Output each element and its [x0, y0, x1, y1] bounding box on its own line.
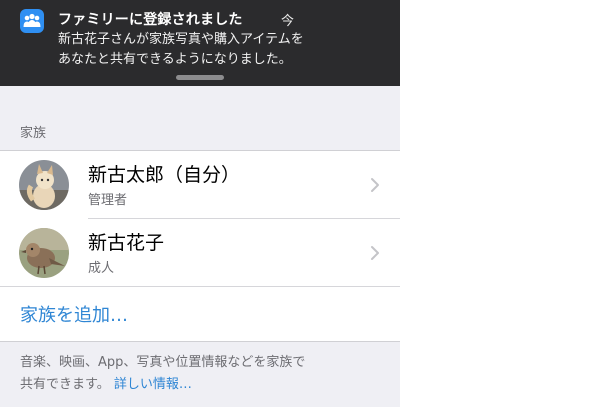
- screen: ファミリーに登録されました 今 新古花子さんが家族写真や購入アイテムを あなたと…: [0, 0, 400, 407]
- member-name: 新古太郎（自分）: [88, 164, 241, 186]
- footer-text-line2: 共有できます。 詳しい情報…: [20, 374, 390, 396]
- row-separator: [0, 286, 400, 287]
- more-info-link[interactable]: 詳しい情報…: [114, 377, 192, 392]
- footer-text: 音楽、映画、App、写真や位置情報などを家族で: [20, 355, 306, 370]
- notification-banner[interactable]: ファミリーに登録されました 今 新古花子さんが家族写真や購入アイテムを あなたと…: [0, 0, 400, 86]
- family-member-row[interactable]: 新古太郎（自分） 管理者: [0, 151, 400, 219]
- footer-text: 共有できます。: [20, 377, 110, 392]
- add-family-member-button[interactable]: 家族を追加…: [20, 301, 128, 327]
- family-member-row[interactable]: 新古花子 成人: [0, 219, 400, 287]
- chevron-right-icon: [371, 178, 379, 192]
- banner-grabber-handle[interactable]: [176, 75, 224, 80]
- notification-title: ファミリーに登録されました: [58, 12, 243, 28]
- fox-photo-avatar: [19, 160, 69, 210]
- bird-photo-avatar: [19, 228, 69, 278]
- member-role: 管理者: [88, 193, 128, 208]
- member-name: 新古花子: [88, 232, 165, 254]
- family-member-list: 新古太郎（自分） 管理者 新古花子 成人 家族を追加…: [0, 150, 400, 342]
- notification-time: 今: [281, 14, 295, 29]
- footer-description: 音楽、映画、App、写真や位置情報などを家族で 共有できます。 詳しい情報…: [20, 352, 390, 396]
- family-sharing-icon: [20, 9, 44, 33]
- notification-body-line: あなたと共有できるようになりました。: [58, 52, 292, 67]
- chevron-right-icon: [371, 246, 379, 260]
- notification-body-line: 新古花子さんが家族写真や購入アイテムを: [58, 32, 304, 47]
- member-role: 成人: [88, 261, 115, 276]
- section-header-family: 家族: [20, 126, 47, 141]
- notification-body: 新古花子さんが家族写真や購入アイテムを あなたと共有できるようになりました。: [58, 30, 378, 70]
